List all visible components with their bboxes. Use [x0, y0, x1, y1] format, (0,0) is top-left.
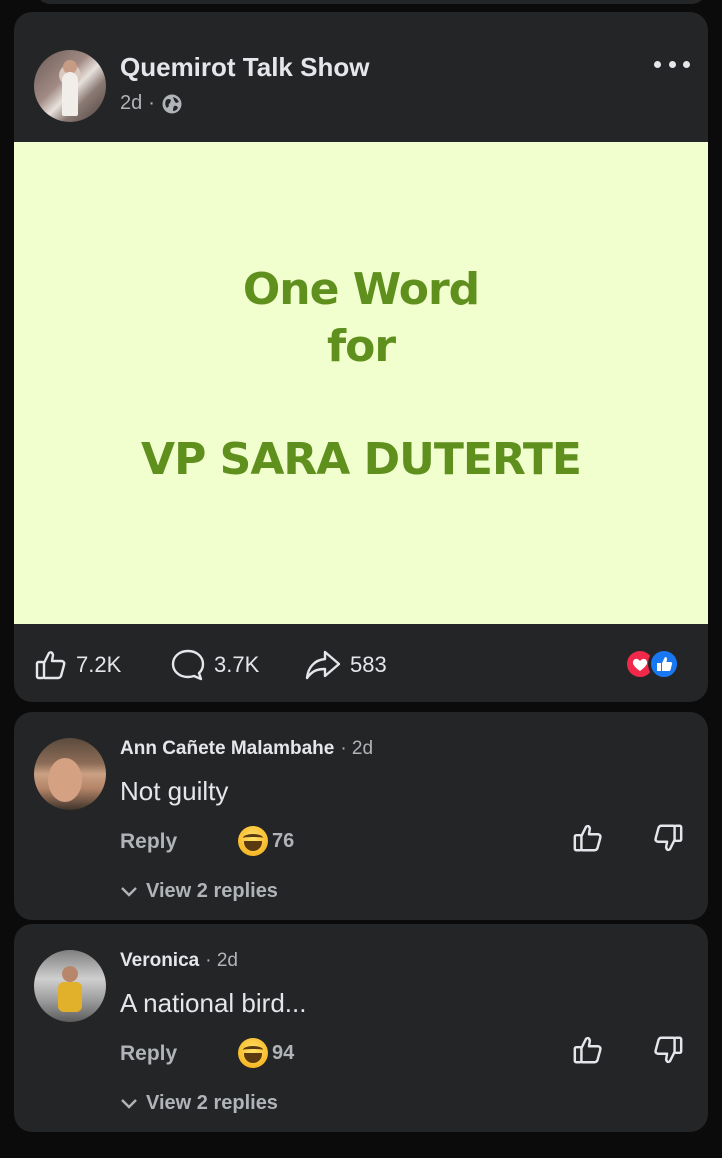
- comment-dislike-button[interactable]: [652, 1034, 684, 1071]
- chevron-down-icon: [121, 1098, 137, 1109]
- haha-icon: [238, 826, 268, 856]
- comment-button[interactable]: 3.7K: [170, 648, 259, 682]
- comment-card: Ann Cañete Malambahe · 2d Not guilty Rep…: [14, 712, 708, 920]
- image-text-line-2: for: [326, 321, 396, 372]
- like-count: 7.2K: [76, 652, 122, 677]
- post-meta: 2d ·: [120, 92, 183, 115]
- comment-count: 3.7K: [214, 652, 260, 677]
- page-avatar[interactable]: [34, 50, 106, 122]
- post-card: Quemirot Talk Show 2d · One Word for VP …: [14, 12, 708, 702]
- reaction-count: 94: [272, 1041, 295, 1064]
- view-replies-label: View 2 replies: [146, 880, 278, 902]
- view-replies-link[interactable]: View 2 replies: [120, 1092, 278, 1115]
- thumbs-up-outline-icon: [573, 824, 602, 852]
- post-actions-bar: 7.2K 3.7K 583: [14, 624, 708, 702]
- comment-reactions[interactable]: 94: [238, 1038, 294, 1068]
- more-options-icon[interactable]: [654, 58, 690, 70]
- globe-icon: [161, 93, 183, 115]
- reply-button[interactable]: Reply: [120, 1042, 177, 1066]
- like-icon: [34, 648, 68, 682]
- image-text-line-1: One Word: [242, 264, 480, 315]
- feed: Quemirot Talk Show 2d · One Word for VP …: [0, 0, 722, 1158]
- previous-post-card: [36, 0, 706, 4]
- commenter-name[interactable]: Ann Cañete Malambahe: [120, 738, 334, 760]
- share-icon: [304, 648, 342, 682]
- thumbs-down-outline-icon: [654, 824, 683, 852]
- chevron-down-icon: [121, 886, 137, 897]
- comment-time: · 2d: [340, 738, 374, 759]
- reaction-summary[interactable]: [624, 648, 684, 680]
- comment-icon: [170, 648, 206, 682]
- comment-text: Not guilty: [120, 776, 229, 806]
- post-time[interactable]: 2d: [120, 92, 142, 115]
- comment-text: A national bird...: [120, 988, 307, 1018]
- share-count: 583: [350, 652, 387, 677]
- like-button[interactable]: 7.2K: [34, 648, 121, 682]
- view-replies-link[interactable]: View 2 replies: [120, 880, 278, 903]
- post-image[interactable]: One Word for VP SARA DUTERTE: [14, 142, 708, 624]
- thumbs-down-outline-icon: [654, 1036, 683, 1064]
- commenter-avatar[interactable]: [34, 950, 106, 1022]
- thumbs-up-outline-icon: [573, 1036, 602, 1064]
- comment-time: · 2d: [205, 950, 238, 971]
- commenter-avatar[interactable]: [34, 738, 106, 810]
- comment-header: Ann Cañete Malambahe · 2d: [120, 738, 373, 760]
- commenter-name[interactable]: Veronica: [120, 950, 199, 972]
- share-button[interactable]: 583: [304, 648, 387, 682]
- reaction-count: 76: [272, 829, 295, 852]
- haha-icon: [238, 1038, 268, 1068]
- view-replies-label: View 2 replies: [146, 1092, 278, 1114]
- thumbs-up-icon: [648, 648, 680, 680]
- comment-reactions[interactable]: 76: [238, 826, 294, 856]
- comment-header: Veronica · 2d: [120, 950, 238, 972]
- image-text-line-3: VP SARA DUTERTE: [141, 434, 582, 485]
- comment-like-button[interactable]: [572, 1034, 604, 1071]
- post-header: Quemirot Talk Show 2d ·: [14, 12, 708, 142]
- page-name[interactable]: Quemirot Talk Show: [120, 52, 369, 83]
- meta-separator: ·: [148, 92, 155, 114]
- comment-dislike-button[interactable]: [652, 822, 684, 859]
- comment-like-button[interactable]: [572, 822, 604, 859]
- reply-button[interactable]: Reply: [120, 830, 177, 854]
- comment-card: Veronica · 2d A national bird... Reply 9…: [14, 924, 708, 1132]
